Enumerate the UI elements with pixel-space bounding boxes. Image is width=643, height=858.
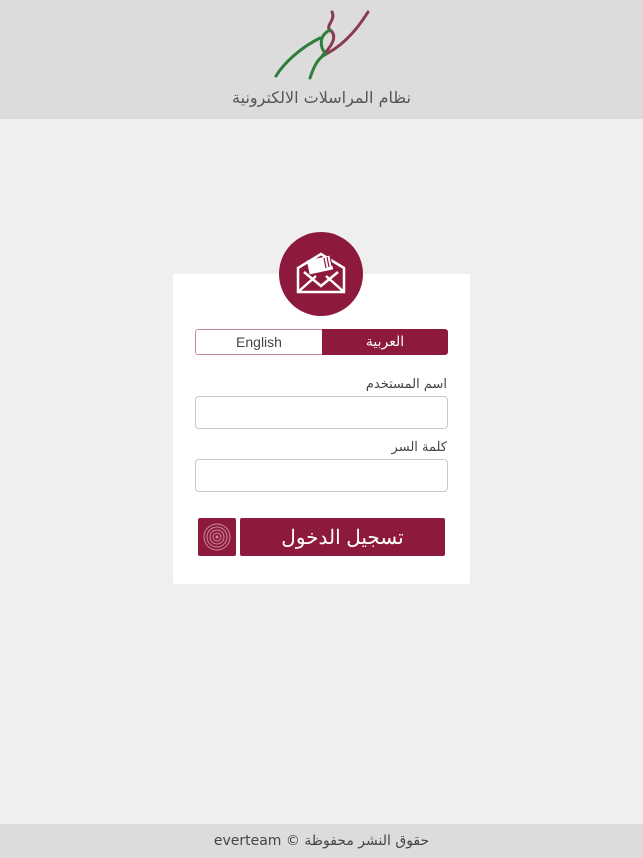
fingerprint-icon bbox=[203, 523, 231, 551]
app-title: نظام المراسلات الالكترونية bbox=[232, 88, 411, 107]
password-input[interactable] bbox=[195, 459, 448, 492]
footer: حقوق النشر محفوظة © everteam bbox=[0, 824, 643, 858]
username-label: اسم المستخدم bbox=[365, 377, 447, 392]
header: نظام المراسلات الالكترونية bbox=[0, 0, 643, 119]
language-toggle: English العربية bbox=[195, 329, 448, 355]
calligraphy-logo-icon bbox=[274, 10, 370, 80]
copyright-text: حقوق النشر محفوظة © everteam bbox=[213, 833, 430, 849]
language-arabic-button[interactable]: العربية bbox=[322, 329, 448, 355]
envelope-icon bbox=[296, 252, 346, 294]
password-label: كلمة السر bbox=[391, 440, 447, 455]
fingerprint-button[interactable] bbox=[198, 518, 236, 556]
language-english-button[interactable]: English bbox=[195, 329, 322, 355]
envelope-badge bbox=[279, 232, 363, 316]
username-input[interactable] bbox=[195, 396, 448, 429]
login-button[interactable]: تسجيل الدخول bbox=[240, 518, 445, 556]
